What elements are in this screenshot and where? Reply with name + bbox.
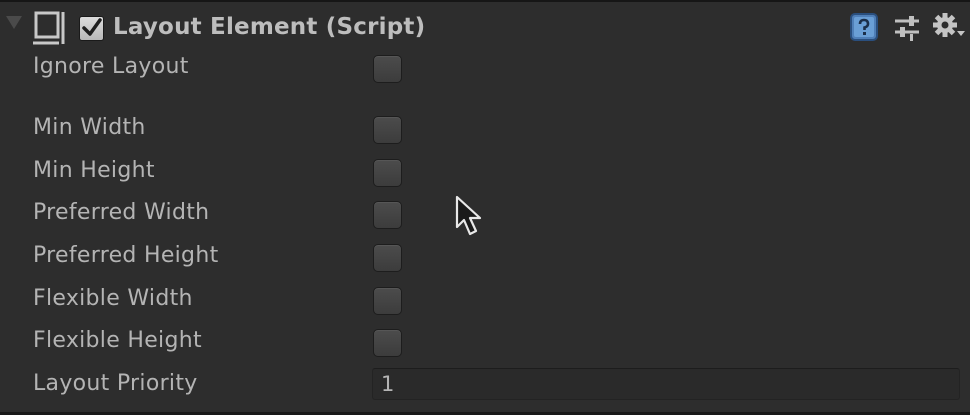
flexible-height-label: Flexible Height [33,328,202,353]
flexible-height-toggle[interactable] [373,329,402,357]
min-height-label: Min Height [33,158,155,183]
preferred-height-label: Preferred Height [33,243,219,268]
layout-priority-field[interactable]: 1 [372,368,960,400]
gear-icon[interactable] [932,12,966,42]
preferred-height-toggle[interactable] [373,244,402,272]
component-title: Layout Element (Script) [113,14,426,40]
preset-icon[interactable] [892,12,922,42]
preferred-width-toggle[interactable] [373,201,402,229]
mouse-pointer-icon [455,195,482,236]
preferred-width-label: Preferred Width [33,200,210,225]
min-height-toggle[interactable] [373,159,402,187]
component-enabled-checkbox[interactable] [79,16,104,41]
inspector-component-panel: Layout Element (Script) Ignore Layout Mi… [0,0,970,415]
help-icon[interactable] [849,12,879,42]
flexible-width-label: Flexible Width [33,286,193,311]
ignore-layout-toggle[interactable] [373,55,402,83]
min-width-toggle[interactable] [373,116,402,144]
component-header[interactable]: Layout Element (Script) [0,2,970,50]
layout-priority-label: Layout Priority [33,371,198,396]
foldout-arrow-icon[interactable] [6,16,22,29]
checkmark-icon [82,18,102,36]
min-width-label: Min Width [33,115,146,140]
layout-element-icon [33,11,65,45]
ignore-layout-label: Ignore Layout [33,54,189,79]
flexible-width-toggle[interactable] [373,287,402,315]
